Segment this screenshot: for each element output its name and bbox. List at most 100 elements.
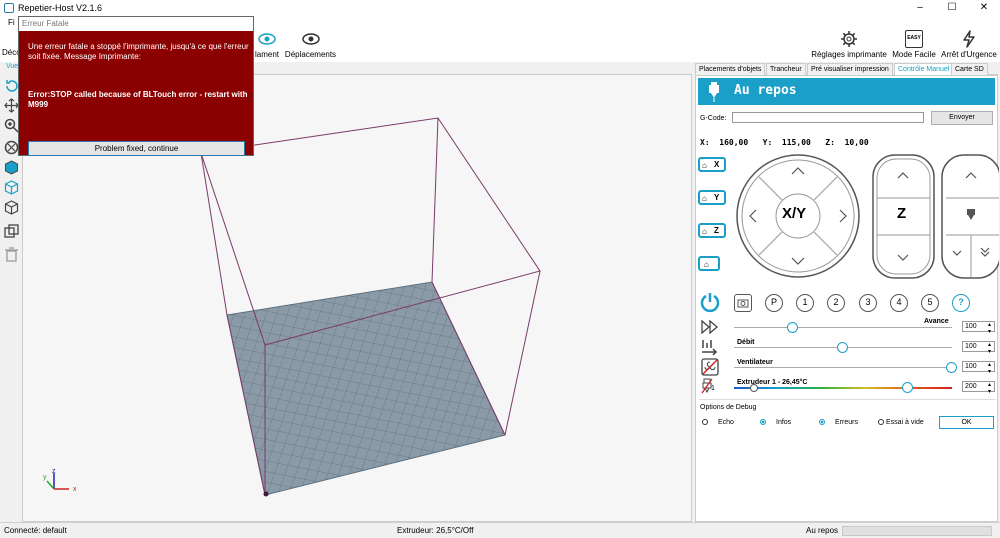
cube-front-icon[interactable] [4, 160, 19, 175]
fast-forward-icon [701, 320, 718, 334]
cube-side-icon[interactable] [4, 200, 19, 215]
preset-4-button[interactable]: 4 [890, 294, 908, 312]
printer-state: Au repos [806, 526, 839, 535]
preset-5-button[interactable]: 5 [921, 294, 939, 312]
window-title: Repetier-Host V2.1.6 [18, 3, 103, 13]
camera-button[interactable] [734, 294, 752, 312]
fan-input[interactable]: 100 [962, 361, 995, 375]
status-bar: Connecté: default Extrudeur: 26,5°C/Off … [0, 522, 1000, 538]
tab-object-placement[interactable]: Placements d'objets [695, 63, 766, 75]
home-all-button[interactable]: ⌂ [698, 256, 720, 271]
extruder-target-slider[interactable] [902, 382, 914, 393]
right-panel: Placements d'objets Trancheur Pré visual… [695, 62, 999, 522]
minimize-button[interactable]: – [905, 1, 935, 15]
dry-run-radio[interactable] [878, 419, 884, 425]
printer-settings-button[interactable]: Réglages imprimante [810, 30, 888, 59]
eye-icon [258, 33, 276, 45]
home-icon: ⌂ [702, 194, 707, 203]
extruder-track [734, 387, 952, 389]
tab-view[interactable]: Vue [6, 63, 18, 70]
emergency-stop-button[interactable]: Arrêt d'Urgence [940, 30, 998, 59]
home-icon: ⌂ [702, 227, 707, 236]
extruder-input[interactable]: 200 [962, 381, 995, 395]
fan-track [734, 367, 952, 368]
errors-option[interactable]: Erreurs [819, 419, 858, 426]
extruder-status: Extrudeur: 26,5°C/Off [397, 526, 474, 535]
home-z-button[interactable]: ⌂ Z [698, 223, 726, 238]
easy-icon: EASY [905, 30, 923, 48]
extruder-jog-pad[interactable] [941, 154, 999, 279]
infos-option[interactable]: Infos [760, 419, 791, 426]
axis-x-label: x [73, 486, 77, 493]
menu-file[interactable]: Fi [8, 18, 15, 27]
infos-radio[interactable] [760, 419, 766, 425]
status-title: Au repos [734, 83, 797, 98]
fit-view-icon[interactable] [4, 140, 19, 155]
manual-control-panel: Au repos G-Code: Envoyer X: 160,00 Y: 11… [695, 75, 999, 522]
gcode-input[interactable] [732, 112, 924, 123]
filament-button[interactable]: lament [252, 30, 282, 59]
zoom-icon[interactable] [4, 118, 19, 133]
fatal-error-dialog: Erreur Fatale Une erreur fatale a stoppé… [18, 16, 254, 156]
power-icon[interactable] [699, 291, 721, 313]
home-icon: ⌂ [702, 161, 707, 170]
maximize-button[interactable]: ☐ [937, 1, 967, 15]
xy-pad-label: X/Y [782, 205, 807, 222]
rotate-icon[interactable] [4, 78, 19, 93]
trash-icon[interactable] [4, 247, 19, 262]
errors-radio[interactable] [819, 419, 825, 425]
z-coord: 10,00 [844, 138, 869, 147]
print-bed [226, 281, 506, 496]
speed-input[interactable]: 100 [962, 321, 995, 335]
flow-slider[interactable] [837, 342, 848, 353]
home-icon: ⌂ [704, 260, 709, 269]
tab-manual-control[interactable]: Contrôle Manuel [894, 63, 954, 75]
origin-marker [263, 491, 269, 497]
dry-run-option[interactable]: Essai à vide [878, 419, 924, 426]
home-x-button[interactable]: ⌂ X [698, 157, 726, 172]
tab-sd-card[interactable]: Carte SD [951, 63, 988, 75]
close-button[interactable]: ✕ [969, 1, 999, 15]
home-y-button[interactable]: ⌂ Y [698, 190, 726, 205]
filament-label: lament [254, 50, 279, 59]
preset-2-button[interactable]: 2 [827, 294, 845, 312]
flow-label: Débit [737, 339, 755, 346]
right-tabs: Placements d'objets Trancheur Pré visual… [695, 62, 998, 75]
lightning-icon [963, 30, 975, 48]
copy-icon[interactable] [4, 224, 19, 239]
y-coord-label: Y: [762, 138, 773, 147]
extruder-label: Extrudeur 1 - 26,45°C [737, 379, 808, 386]
send-button[interactable]: Envoyer [931, 111, 993, 125]
flow-input[interactable]: 100 [962, 341, 995, 355]
easy-mode-button[interactable]: EASY Mode Facile [890, 30, 938, 59]
progress-bar [842, 526, 992, 536]
moves-button[interactable]: Déplacements [283, 30, 338, 59]
move-icon[interactable] [4, 98, 19, 113]
axis-indicator: z y x [43, 468, 77, 493]
debug-ok-button[interactable]: OK [939, 416, 994, 429]
speed-track [734, 327, 952, 328]
preset-p-button[interactable]: P [765, 294, 783, 312]
preset-1-button[interactable]: 1 [796, 294, 814, 312]
camera-icon [737, 299, 749, 308]
gear-icon [841, 31, 857, 47]
tab-print-preview[interactable]: Pré visualiser impression [807, 63, 893, 75]
fan-slider[interactable] [946, 362, 957, 373]
echo-radio[interactable] [702, 419, 708, 425]
echo-option[interactable]: Echo [702, 419, 734, 426]
extruder-index: 1 [711, 385, 715, 392]
dialog-error-text: Error:STOP called because of BLTouch err… [28, 90, 248, 109]
speed-slider[interactable] [786, 322, 798, 333]
fan-icon [701, 358, 719, 376]
status-banner: Au repos [698, 78, 995, 105]
preset-3-button[interactable]: 3 [859, 294, 877, 312]
tab-slicer[interactable]: Trancheur [766, 63, 806, 75]
axis-z-label: z [52, 468, 56, 475]
z-pad-label: Z [897, 205, 907, 222]
emergency-stop-label: Arrêt d'Urgence [941, 50, 997, 59]
x-coord: 160,00 [719, 138, 749, 147]
printer-settings-label: Réglages imprimante [811, 50, 887, 59]
problem-fixed-button[interactable]: Problem fixed, continue [28, 141, 245, 156]
cube-top-icon[interactable] [4, 180, 19, 195]
help-button[interactable]: ? [952, 294, 970, 312]
